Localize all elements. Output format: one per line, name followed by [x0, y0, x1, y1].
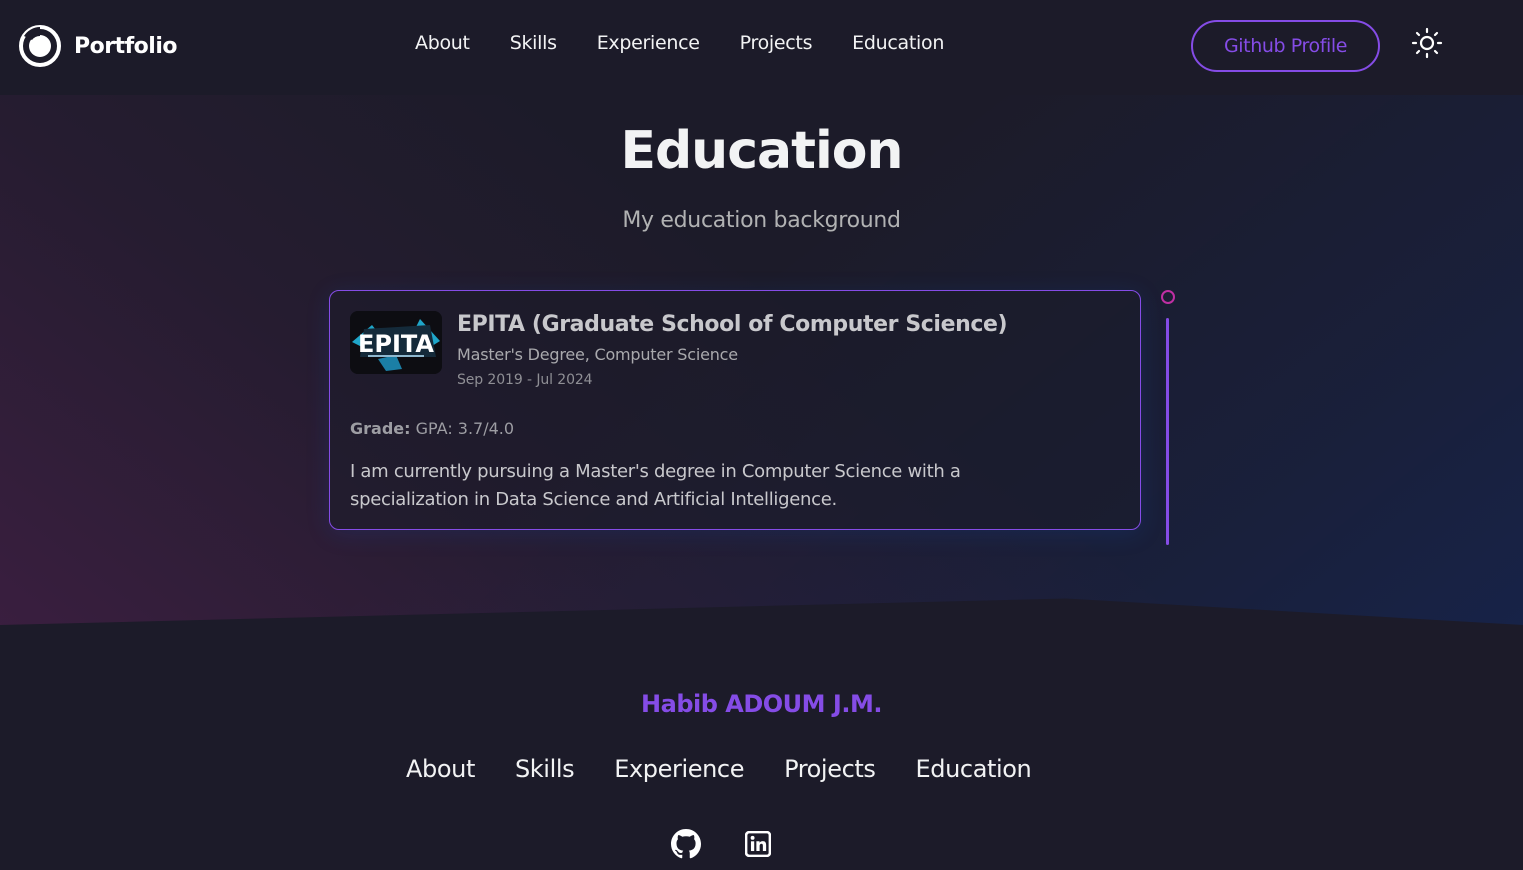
logo-text: EPITA — [358, 330, 434, 358]
sun-icon — [1411, 27, 1443, 59]
linkedin-link[interactable] — [743, 829, 773, 859]
nav-link-experience[interactable]: Experience — [597, 32, 700, 54]
timeline-dot — [1161, 290, 1175, 304]
footer-link-about[interactable]: About — [406, 755, 475, 783]
school-logo: EPITA — [350, 311, 442, 374]
footer-links: About Skills Experience Projects Educati… — [406, 755, 1032, 783]
education-card: EPITA EPITA (Graduate School of Computer… — [329, 290, 1141, 530]
nav-link-about[interactable]: About — [415, 32, 470, 54]
timeline-connector — [1166, 318, 1169, 545]
portfolio-logo-icon — [19, 25, 61, 67]
nav-link-skills[interactable]: Skills — [510, 32, 557, 54]
nav-link-education[interactable]: Education — [852, 32, 944, 54]
github-link[interactable] — [671, 829, 701, 859]
social-links — [671, 829, 773, 859]
education-description: I am currently pursuing a Master's degre… — [350, 461, 961, 510]
grade-label: Grade: — [350, 419, 411, 438]
github-icon — [671, 829, 701, 859]
footer-link-experience[interactable]: Experience — [614, 755, 744, 783]
github-profile-button[interactable]: Github Profile — [1191, 20, 1380, 72]
footer-link-skills[interactable]: Skills — [515, 755, 575, 783]
date-range: Sep 2019 - Jul 2024 — [457, 372, 593, 388]
brand-label: Portfolio — [74, 33, 178, 59]
footer-link-education[interactable]: Education — [915, 755, 1031, 783]
theme-toggle-button[interactable] — [1410, 27, 1444, 59]
nav-links: About Skills Experience Projects Educati… — [415, 32, 944, 54]
footer-name: Habib ADOUM J.M. — [641, 690, 882, 718]
nav-link-projects[interactable]: Projects — [740, 32, 813, 54]
degree: Master's Degree, Computer Science — [457, 345, 738, 364]
section-description: My education background — [622, 208, 901, 233]
footer-link-projects[interactable]: Projects — [784, 755, 876, 783]
grade-value: GPA: 3.7/4.0 — [415, 419, 515, 438]
navbar: Portfolio About Skills Experience Projec… — [0, 0, 1523, 95]
brand-link[interactable]: Portfolio — [18, 24, 178, 68]
school-name: EPITA (Graduate School of Computer Scien… — [457, 312, 1008, 337]
linkedin-icon — [745, 831, 771, 857]
epita-logo-graphic: EPITA — [350, 311, 442, 374]
section-title: Education — [620, 121, 903, 181]
grade: Grade: GPA: 3.7/4.0 — [350, 419, 1120, 438]
